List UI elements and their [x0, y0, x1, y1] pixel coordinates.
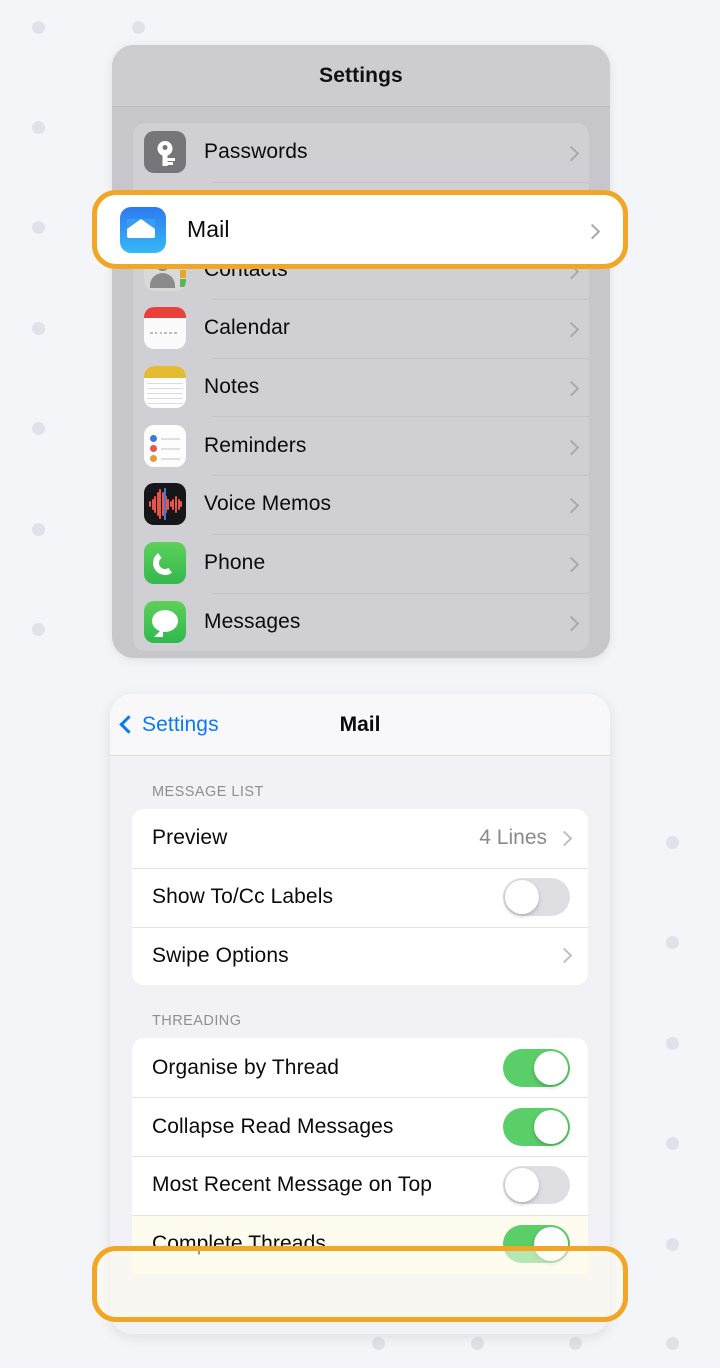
toggle-switch[interactable]: [503, 1107, 570, 1146]
mail-scroll-area[interactable]: MESSAGE LIST Preview 4 Lines Show To/Cc Lab…: [110, 756, 610, 1274]
settings-navbar: Settings: [112, 45, 610, 107]
settings-title: Settings: [319, 63, 403, 87]
settings-row-label: Mail: [187, 216, 230, 242]
mail-row-show-to-cc-labels[interactable]: Show To/Cc Labels: [132, 867, 588, 927]
background-dot: [32, 623, 45, 636]
background-dot: [132, 21, 145, 34]
toggle-knob: [505, 880, 539, 915]
mail-section-header: THREADING: [152, 1013, 242, 1030]
settings-row-label: Reminders: [204, 433, 307, 457]
settings-row-label: Passwords: [204, 140, 308, 164]
settings-row-messages[interactable]: Messages: [133, 592, 589, 652]
settings-row-label: Phone: [204, 551, 266, 575]
mail-row-accessory: [503, 1107, 570, 1146]
mail-row-complete-threads[interactable]: Complete Threads: [132, 1214, 588, 1274]
background-dot: [32, 422, 45, 435]
chevron-right-icon: [563, 556, 580, 573]
toggle-knob: [534, 1109, 568, 1144]
mail-icon: [120, 206, 166, 253]
mail-row-value: 4 Lines: [479, 826, 547, 850]
mail-row-label: Organise by Thread: [152, 1055, 340, 1079]
toggle-switch[interactable]: [503, 878, 570, 917]
chevron-right-icon: [563, 146, 580, 162]
mail-row-label: Complete Threads: [152, 1232, 326, 1256]
back-button-label: Settings: [142, 712, 219, 736]
background-dot: [666, 936, 679, 949]
background-dot: [666, 836, 679, 849]
mail-row-accessory: 4 Lines: [479, 826, 573, 850]
mail-row-organise-by-thread[interactable]: Organise by Thread: [132, 1038, 588, 1097]
background-dot: [372, 1337, 385, 1350]
background-dot: [32, 121, 45, 134]
settings-row-label: Messages: [204, 609, 301, 633]
background-dot: [32, 523, 45, 536]
mail-row-highlight-content: Mail: [92, 190, 628, 269]
notes-icon: [144, 366, 186, 409]
background-dot: [569, 1337, 582, 1350]
background-dot: [666, 1337, 679, 1350]
chevron-right-icon: [556, 830, 573, 847]
mail-row-label: Collapse Read Messages: [152, 1114, 394, 1138]
mail-row-label: Swipe Options: [152, 943, 289, 967]
passwords-icon: [144, 131, 186, 174]
mail-row-label: Most Recent Message on Top: [152, 1173, 433, 1197]
mail-row-label: Show To/Cc Labels: [152, 885, 334, 909]
chevron-right-icon: [563, 322, 580, 338]
toggle-knob: [534, 1227, 568, 1262]
settings-panel: Settings PasswordsMailContactsCalendarNo…: [112, 45, 610, 658]
settings-row-label: Notes: [204, 375, 260, 399]
chevron-right-icon: [563, 439, 580, 456]
messages-icon: [144, 600, 186, 643]
settings-row-label: Calendar: [204, 316, 291, 340]
toggle-knob: [534, 1050, 568, 1085]
phone-icon: [144, 542, 186, 585]
mail-row-label: Preview: [152, 826, 228, 850]
mail-row-accessory: [556, 948, 573, 964]
calendar-icon: [144, 307, 186, 350]
mail-section-card: Organise by Thread Collapse Read Messages…: [132, 1038, 588, 1274]
mail-row-collapse-read-messages[interactable]: Collapse Read Messages: [132, 1097, 588, 1156]
screenshot-root: Settings PasswordsMailContactsCalendarNo…: [0, 0, 720, 1368]
chevron-right-icon: [563, 498, 580, 514]
mail-row-accessory: [503, 1225, 570, 1264]
background-dot: [32, 322, 45, 335]
chevron-right-icon: [563, 615, 580, 632]
background-dot: [32, 221, 45, 234]
settings-row-notes[interactable]: Notes: [133, 357, 589, 417]
mail-row-accessory: [503, 1166, 570, 1205]
mail-settings-panel: Settings Mail MESSAGE LIST Preview 4 Lines…: [110, 694, 610, 1334]
voice-memos-icon: [144, 483, 186, 526]
settings-row-passwords[interactable]: Passwords: [133, 123, 589, 182]
settings-row-calendar[interactable]: Calendar: [133, 299, 589, 358]
mail-section-card: Preview 4 Lines Show To/Cc Labels Swipe Opt…: [132, 809, 588, 986]
chevron-left-icon: [119, 715, 138, 734]
background-dot: [32, 21, 45, 34]
settings-row-voice-memos[interactable]: Voice Memos: [133, 475, 589, 534]
mail-row-accessory: [503, 878, 570, 917]
settings-row-phone[interactable]: Phone: [133, 533, 589, 593]
background-dot: [471, 1337, 484, 1350]
settings-row-mail[interactable]: Mail: [92, 190, 628, 269]
settings-scroll-area[interactable]: PasswordsMailContactsCalendarNotesRemind…: [112, 107, 610, 652]
mail-row-preview[interactable]: Preview 4 Lines: [132, 809, 588, 868]
mail-navbar: Settings Mail: [110, 694, 610, 756]
mail-section-header: MESSAGE LIST: [152, 784, 264, 800]
mail-row-accessory: [503, 1048, 570, 1087]
toggle-switch[interactable]: [503, 1225, 570, 1264]
settings-row-label: Voice Memos: [204, 492, 332, 516]
back-to-settings-button[interactable]: Settings: [119, 712, 219, 737]
mail-row-most-recent-message-on-top[interactable]: Most Recent Message on Top: [132, 1155, 588, 1215]
chevron-right-icon: [563, 380, 580, 397]
toggle-switch[interactable]: [503, 1166, 570, 1205]
mail-row-swipe-options[interactable]: Swipe Options: [132, 926, 588, 986]
reminders-icon: [144, 424, 186, 467]
background-dot: [666, 1137, 679, 1150]
chevron-right-icon: [584, 223, 601, 239]
background-dot: [666, 1238, 679, 1251]
chevron-right-icon: [556, 948, 573, 964]
toggle-switch[interactable]: [503, 1048, 570, 1087]
background-dot: [666, 1037, 679, 1050]
toggle-knob: [505, 1168, 539, 1203]
settings-row-reminders[interactable]: Reminders: [133, 416, 589, 475]
